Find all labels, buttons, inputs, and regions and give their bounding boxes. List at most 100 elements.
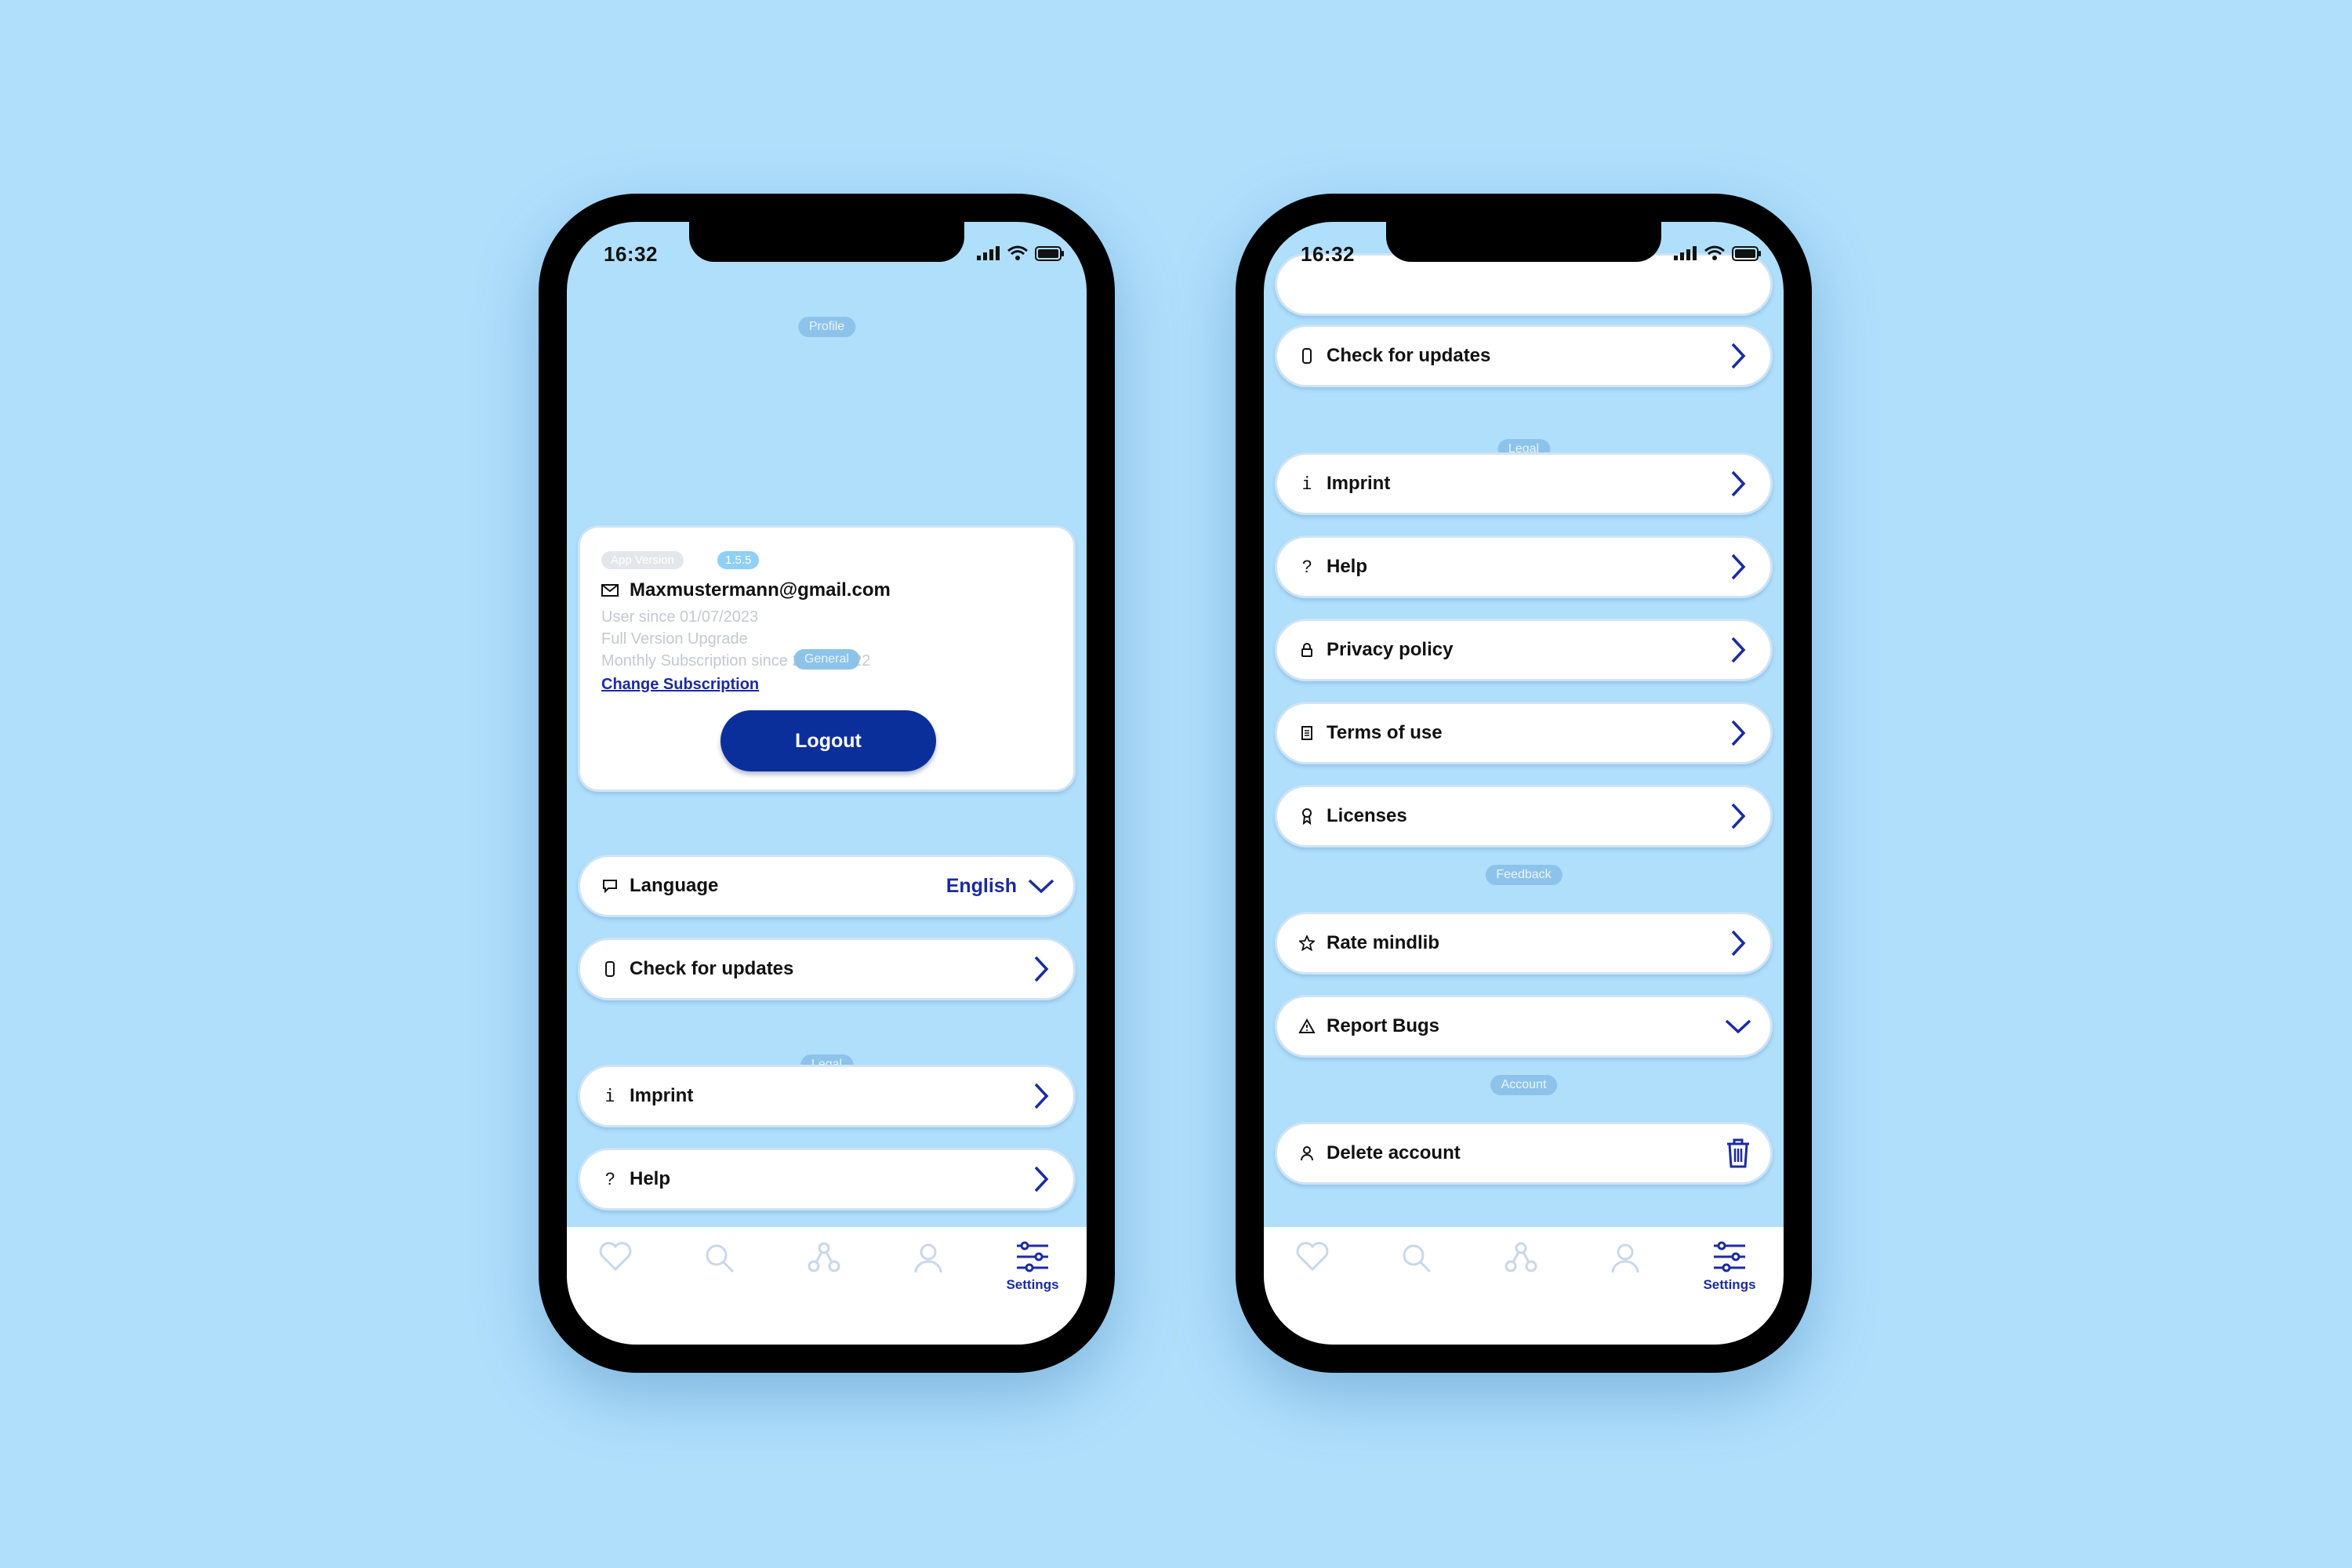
app-version-badge: 1.5.5 (717, 551, 760, 569)
chevron-right-icon[interactable] (1725, 470, 1751, 497)
app-version-label: App Version (601, 551, 684, 569)
phone-left: 16:32 Profile App Version 1.5.5 Maxmuste… (539, 194, 1115, 1373)
chevron-right-icon[interactable] (1028, 1083, 1054, 1109)
chevron-right-icon[interactable] (1725, 720, 1751, 746)
tab-settings[interactable]: Settings (1690, 1241, 1769, 1312)
upgrade-status: Full Version Upgrade (601, 630, 748, 648)
tab-bar: Settings (1264, 1227, 1784, 1345)
licenses-row[interactable]: Licenses (1275, 785, 1773, 848)
info-icon: i (1301, 474, 1312, 494)
imprint-label: Imprint (630, 1085, 694, 1106)
delete-account-label: Delete account (1327, 1142, 1461, 1163)
tab-profile[interactable] (889, 1241, 967, 1312)
search-icon (1403, 1244, 1432, 1273)
chat-icon (601, 877, 619, 895)
imprint-label: Imprint (1327, 473, 1391, 494)
change-subscription-link[interactable]: Change Subscription (601, 676, 759, 694)
search-icon (706, 1244, 735, 1273)
chevron-right-icon[interactable] (1028, 1166, 1054, 1192)
user-email: Maxmustermann@gmail.com (630, 579, 891, 601)
chevron-right-icon[interactable] (1725, 930, 1751, 956)
signal-icon (1674, 246, 1697, 260)
document-icon (1298, 724, 1316, 742)
heart-icon (1296, 1242, 1329, 1272)
tab-bar: Settings (567, 1227, 1087, 1345)
chevron-down-icon[interactable] (1725, 1013, 1751, 1040)
user-icon (914, 1243, 942, 1273)
warning-icon (1298, 1018, 1316, 1035)
battery-icon (1732, 245, 1761, 261)
chevron-right-icon[interactable] (1725, 343, 1751, 369)
help-row[interactable]: ? Help (578, 1148, 1076, 1210)
rate-row[interactable]: Rate mindlib (1275, 912, 1773, 975)
language-label: Language (630, 875, 719, 896)
mail-icon (601, 584, 619, 597)
network-icon (1504, 1242, 1537, 1272)
award-icon (1298, 808, 1316, 825)
tab-settings-label: Settings (1006, 1277, 1059, 1292)
user-icon (1611, 1243, 1639, 1273)
phone-icon (1298, 347, 1316, 365)
report-bugs-row[interactable]: Report Bugs (1275, 995, 1773, 1058)
report-bugs-label: Report Bugs (1327, 1015, 1439, 1036)
chevron-right-icon[interactable] (1725, 803, 1751, 829)
tab-network[interactable] (1482, 1241, 1560, 1312)
section-label-general: General (793, 649, 860, 670)
trash-icon[interactable] (1725, 1138, 1751, 1168)
question-icon: ? (1301, 557, 1312, 576)
check-updates-row[interactable]: Check for updates (578, 938, 1076, 1000)
tab-search[interactable] (681, 1241, 759, 1312)
rate-label: Rate mindlib (1327, 932, 1440, 953)
check-updates-label: Check for updates (1327, 345, 1491, 366)
chevron-right-icon[interactable] (1028, 956, 1054, 982)
section-label-profile: Profile (797, 317, 856, 337)
delete-account-row[interactable]: Delete account (1275, 1122, 1773, 1185)
imprint-row[interactable]: i Imprint (578, 1065, 1076, 1127)
imprint-row[interactable]: i Imprint (1275, 452, 1773, 515)
phone-right: 16:32 Check for updates Legal i Imprint (1236, 194, 1812, 1373)
status-time: 16:32 (604, 242, 658, 266)
settings-screen-scrolled: 16:32 Check for updates Legal i Imprint (1264, 222, 1784, 1345)
settings-screen: 16:32 Profile App Version 1.5.5 Maxmuste… (567, 222, 1087, 1345)
tab-settings-label: Settings (1703, 1277, 1756, 1292)
tab-network[interactable] (785, 1241, 863, 1312)
section-label-feedback: Feedback (1485, 865, 1563, 885)
tab-favorites[interactable] (1273, 1241, 1352, 1312)
signal-icon (977, 246, 1000, 260)
sliders-icon (1714, 1241, 1745, 1272)
tab-profile[interactable] (1586, 1241, 1664, 1312)
lock-icon (1298, 641, 1316, 659)
wifi-icon (1704, 245, 1725, 260)
language-value[interactable]: English (946, 875, 1017, 898)
star-icon (1298, 935, 1316, 952)
tab-favorites[interactable] (576, 1241, 655, 1312)
tab-search[interactable] (1377, 1241, 1456, 1312)
help-row[interactable]: ? Help (1275, 535, 1773, 598)
chevron-right-icon[interactable] (1725, 637, 1751, 663)
check-updates-label: Check for updates (630, 958, 794, 979)
privacy-row[interactable]: Privacy policy (1275, 619, 1773, 681)
help-label: Help (1327, 556, 1368, 577)
tab-settings[interactable]: Settings (993, 1241, 1072, 1312)
question-icon: ? (604, 1169, 615, 1189)
section-label-account: Account (1490, 1075, 1558, 1095)
check-updates-row[interactable]: Check for updates (1275, 325, 1773, 387)
notch (1386, 222, 1661, 262)
chevron-right-icon[interactable] (1725, 554, 1751, 580)
chevron-down-icon[interactable] (1028, 873, 1054, 899)
help-label: Help (630, 1168, 671, 1189)
language-row[interactable]: Language English (578, 855, 1076, 917)
status-time: 16:32 (1301, 242, 1355, 266)
heart-icon (599, 1242, 632, 1272)
user-since: User since 01/07/2023 (601, 608, 759, 626)
battery-icon (1035, 245, 1064, 261)
network-icon (808, 1242, 840, 1272)
user-icon (1298, 1145, 1316, 1162)
sliders-icon (1017, 1241, 1048, 1272)
licenses-label: Licenses (1327, 805, 1407, 826)
wifi-icon (1007, 245, 1028, 260)
terms-row[interactable]: Terms of use (1275, 702, 1773, 764)
logout-button[interactable]: Logout (720, 710, 936, 771)
phone-icon (601, 960, 619, 978)
privacy-label: Privacy policy (1327, 639, 1454, 660)
